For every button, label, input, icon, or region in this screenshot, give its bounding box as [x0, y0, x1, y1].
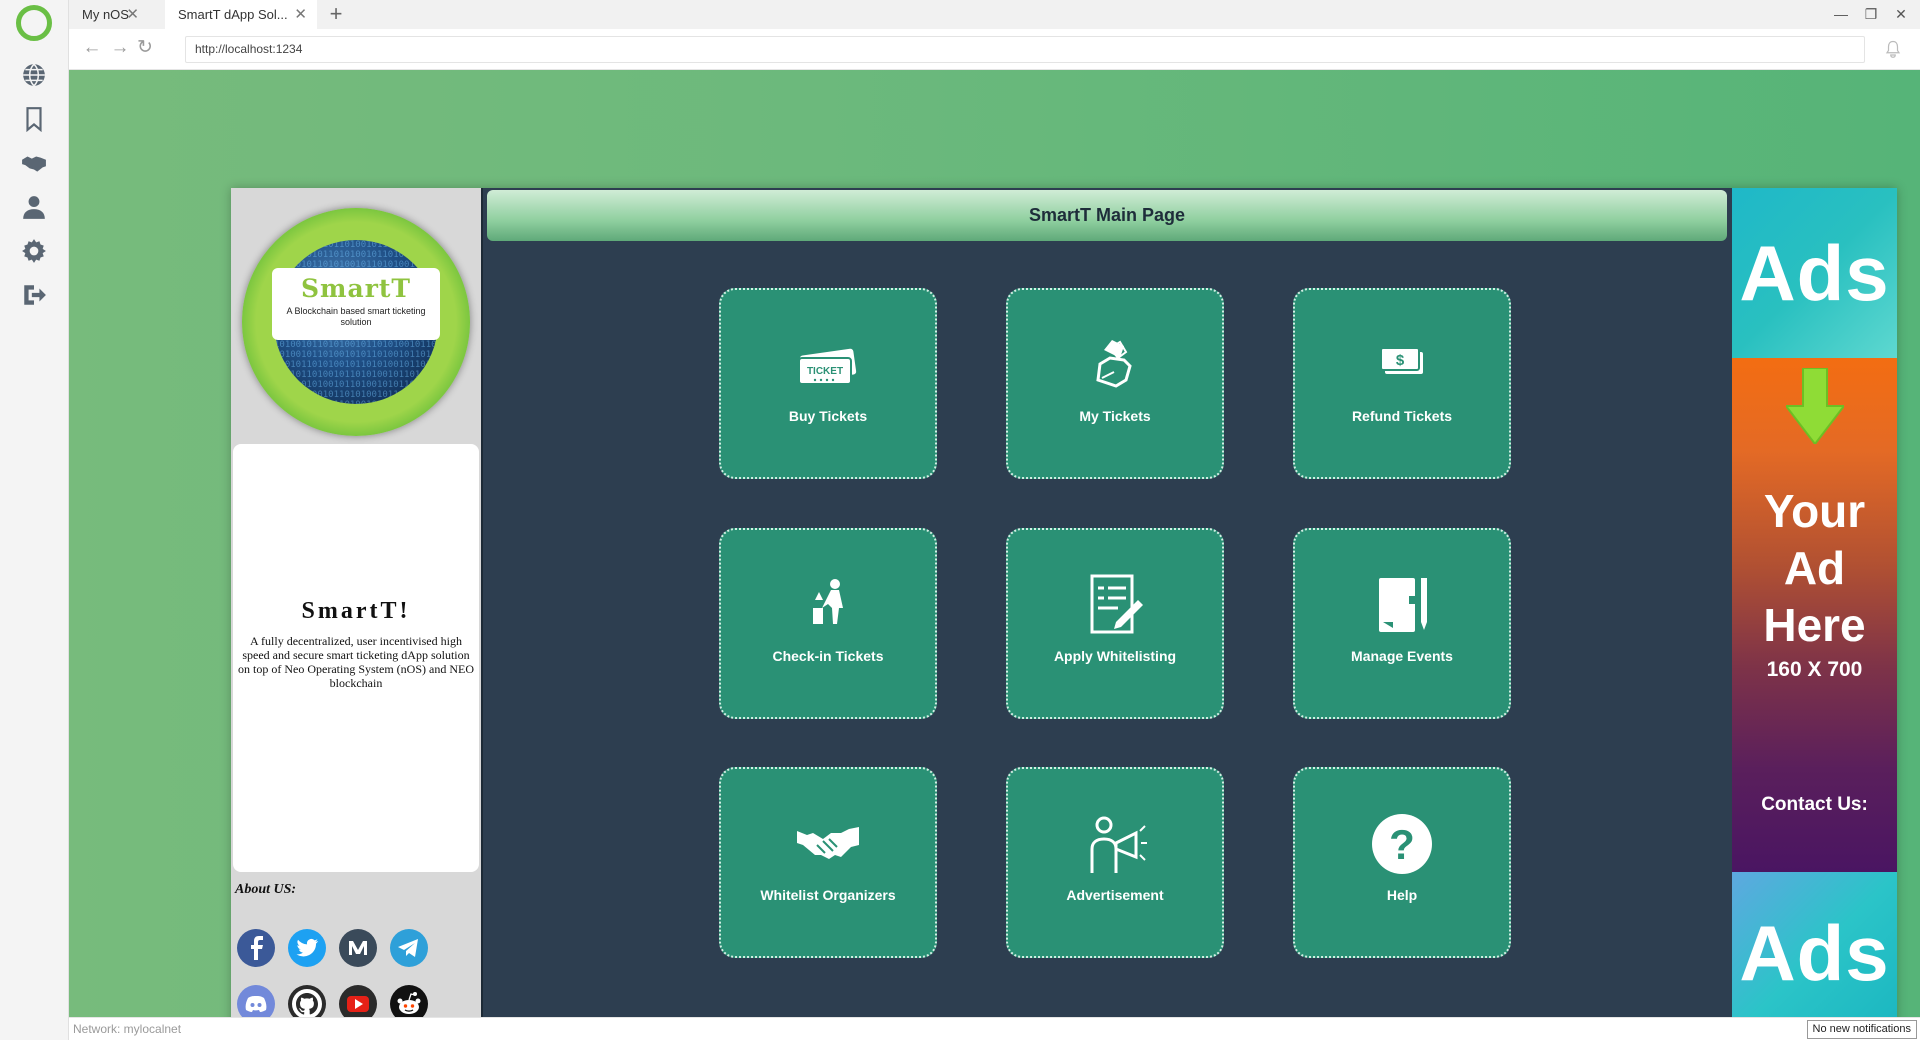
logo-ticket: SmartT A Blockchain based smart ticketin… — [272, 268, 440, 374]
twitter-icon[interactable] — [288, 929, 326, 967]
ticket-icon: TICKET — [721, 330, 935, 400]
network-status: Network: mylocalnet — [73, 1022, 182, 1036]
back-button[interactable]: ← — [82, 38, 102, 58]
ad-headline: Your Ad Here — [1732, 483, 1897, 654]
arrow-down-icon — [1783, 367, 1847, 446]
handshake-icon[interactable] — [21, 150, 47, 176]
form-edit-icon — [1008, 570, 1222, 640]
ad-contact[interactable]: Contact Us: — [1732, 794, 1897, 816]
status-bar: Network: mylocalnet No new notifications — [69, 1017, 1920, 1040]
tile-label: Check-in Tickets — [772, 648, 884, 664]
new-tab-button[interactable]: + — [325, 0, 347, 29]
ad-banner-bottom[interactable]: Ads — [1732, 872, 1897, 1038]
app-description: A fully decentralized, user incentivised… — [238, 634, 474, 690]
ad-headline-line: Ad — [1783, 542, 1846, 594]
ad-text: Ads — [1739, 229, 1890, 317]
notifications-badge[interactable]: No new notifications — [1806, 1020, 1917, 1039]
url-input[interactable]: http://localhost:1234 — [185, 36, 1865, 63]
globe-icon[interactable] — [21, 62, 47, 88]
info-panel: 0110100101011010010110101001011010100101… — [231, 188, 481, 1038]
nos-logo[interactable] — [16, 5, 52, 41]
tab-my-nos[interactable]: My nOS ✕ — [69, 0, 149, 29]
main-panel: SmartT Main Page TICKET Buy Tickets My T… — [481, 188, 1732, 1038]
tile-label: Apply Whitelisting — [1053, 648, 1177, 664]
smartt-logo: 0110100101011010010110101001011010100101… — [242, 208, 470, 436]
close-icon[interactable]: ✕ — [294, 0, 307, 29]
tab-label: My nOS — [82, 7, 129, 22]
minimize-button[interactable]: — — [1832, 5, 1850, 23]
tab-smartt[interactable]: SmartT dApp Sol... ✕ — [165, 0, 317, 29]
tile-label: Manage Events — [1351, 648, 1453, 664]
money-icon: $ — [1295, 330, 1509, 400]
advertisement-tile[interactable]: Advertisement — [1006, 767, 1224, 958]
megaphone-person-icon — [1008, 809, 1222, 879]
ad-size: 160 X 700 — [1766, 658, 1863, 681]
app-name: SmartT! — [301, 598, 411, 624]
facebook-icon[interactable] — [237, 929, 275, 967]
description-card: SmartT! A fully decentralized, user ince… — [233, 444, 479, 872]
hand-tickets-icon — [1008, 330, 1222, 400]
address-bar: ← → ↻ http://localhost:1234 — [69, 29, 1920, 70]
ad-banner-main[interactable]: Your Ad Here 160 X 700 Contact Us: — [1732, 358, 1897, 872]
smartt-app: 0110100101011010010110101001011010100101… — [231, 188, 1897, 1038]
buy-tickets-tile[interactable]: TICKET Buy Tickets — [719, 288, 937, 479]
whitelist-organizers-tile[interactable]: Whitelist Organizers — [719, 767, 937, 958]
gear-icon[interactable] — [21, 238, 47, 264]
ad-headline-line: Your — [1763, 485, 1866, 537]
ad-banner-top[interactable]: Ads — [1732, 188, 1897, 358]
logo-ticket-body: SmartT A Blockchain based smart ticketin… — [272, 268, 440, 340]
tile-label: Whitelist Organizers — [760, 887, 896, 903]
close-icon[interactable]: ✕ — [126, 0, 139, 29]
browser-sidebar — [0, 0, 69, 1040]
page-header: SmartT Main Page — [487, 190, 1727, 241]
medium-icon[interactable] — [339, 929, 377, 967]
page-title: SmartT Main Page — [1028, 205, 1186, 225]
my-tickets-tile[interactable]: My Tickets — [1006, 288, 1224, 479]
handshake-icon — [721, 809, 935, 879]
about-label: About US: — [235, 882, 297, 897]
apply-whitelisting-tile[interactable]: Apply Whitelisting — [1006, 528, 1224, 719]
bookmark-icon[interactable] — [21, 106, 47, 133]
maximize-button[interactable]: ❐ — [1862, 5, 1880, 23]
svg-text:TICKET: TICKET — [807, 366, 843, 377]
help-tile[interactable]: ? Help — [1293, 767, 1511, 958]
svg-text:?: ? — [1389, 821, 1415, 868]
refund-tickets-tile[interactable]: $ Refund Tickets — [1293, 288, 1511, 479]
bell-icon[interactable] — [1884, 40, 1902, 58]
ad-headline-line: Here — [1763, 599, 1866, 651]
logo-subtitle: A Blockchain based smart ticketing solut… — [286, 306, 426, 327]
user-icon[interactable] — [21, 194, 47, 220]
checkin-person-icon — [721, 570, 935, 640]
ads-column: Ads Your Ad Here 160 X 700 Contact Us: A… — [1732, 188, 1897, 1038]
tile-label: Buy Tickets — [788, 408, 868, 424]
manage-events-tile[interactable]: Manage Events — [1293, 528, 1511, 719]
logout-icon[interactable] — [21, 282, 47, 308]
logo-title: SmartT — [300, 274, 412, 303]
tab-bar: My nOS ✕ SmartT dApp Sol... ✕ + — ❐ ✕ — [69, 0, 1920, 29]
tile-label: My Tickets — [1079, 408, 1151, 424]
question-icon: ? — [1295, 809, 1509, 879]
checkin-tickets-tile[interactable]: Check-in Tickets — [719, 528, 937, 719]
notebook-pencil-icon — [1295, 570, 1509, 640]
tile-label: Refund Tickets — [1351, 408, 1453, 424]
close-window-button[interactable]: ✕ — [1892, 5, 1910, 23]
telegram-icon[interactable] — [390, 929, 428, 967]
web-content: 0110100101011010010110101001011010100101… — [69, 70, 1920, 1038]
tile-label: Help — [1386, 887, 1418, 903]
svg-text:$: $ — [1396, 352, 1405, 369]
forward-button[interactable]: → — [110, 38, 130, 58]
ad-text: Ads — [1739, 909, 1890, 997]
reload-button[interactable]: ↻ — [135, 38, 155, 58]
tile-label: Advertisement — [1066, 887, 1164, 903]
tab-label: SmartT dApp Sol... — [178, 7, 288, 22]
